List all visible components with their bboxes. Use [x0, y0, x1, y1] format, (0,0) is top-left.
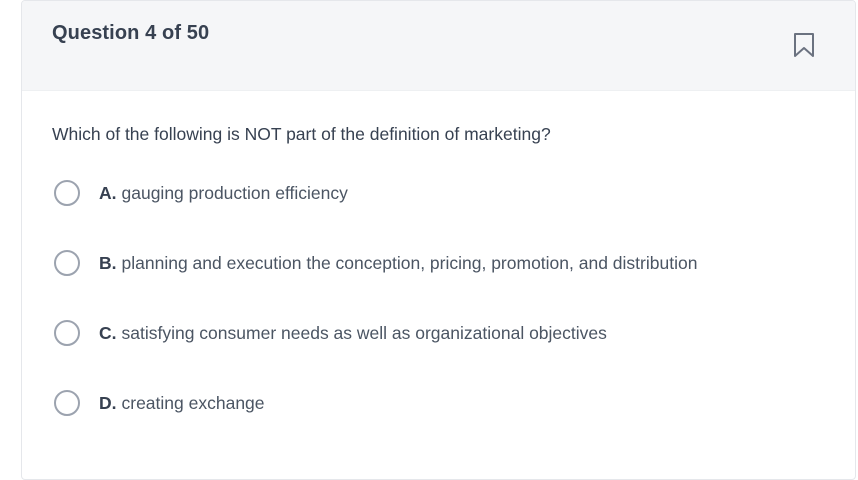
option-label: A. gauging production efficiency: [99, 183, 348, 204]
option-letter: B.: [99, 252, 117, 273]
answer-option-c[interactable]: C. satisfying consumer needs as well as o…: [54, 319, 607, 347]
answer-option-b[interactable]: B. planning and execution the conception,…: [54, 249, 697, 277]
option-text: creating exchange: [121, 392, 265, 413]
answer-option-d[interactable]: D. creating exchange: [54, 389, 265, 417]
option-label: B. planning and execution the conception,…: [99, 253, 697, 274]
question-header: Question 4 of 50: [22, 1, 855, 91]
option-label: C. satisfying consumer needs as well as o…: [99, 323, 607, 344]
question-counter: Question 4 of 50: [52, 22, 210, 44]
question-text: Which of the following is NOT part of th…: [52, 124, 551, 144]
option-text: planning and execution the conception, p…: [121, 252, 698, 273]
radio-button[interactable]: [54, 250, 80, 276]
option-letter: A.: [99, 182, 117, 203]
option-text: gauging production efficiency: [121, 182, 348, 203]
answer-option-a[interactable]: A. gauging production efficiency: [54, 179, 348, 207]
radio-button[interactable]: [54, 320, 80, 346]
bookmark-button[interactable]: [784, 25, 824, 65]
option-label: D. creating exchange: [99, 393, 265, 414]
bookmark-icon: [794, 33, 814, 57]
option-letter: D.: [99, 392, 117, 413]
option-text: satisfying consumer needs as well as org…: [121, 322, 607, 343]
radio-button[interactable]: [54, 390, 80, 416]
radio-button[interactable]: [54, 180, 80, 206]
question-card: Question 4 of 50 Which of the following …: [21, 0, 856, 480]
option-letter: C.: [99, 322, 117, 343]
